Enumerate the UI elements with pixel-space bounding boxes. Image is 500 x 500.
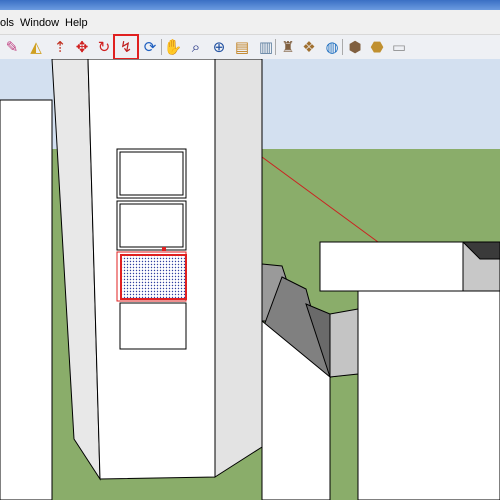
- rotate-icon[interactable]: ↻: [94, 37, 114, 57]
- menu-tools[interactable]: ols: [0, 17, 14, 29]
- left-wall: [0, 99, 53, 500]
- google-earth-icon[interactable]: ◍: [322, 37, 342, 57]
- menu-window[interactable]: Window: [20, 17, 59, 29]
- paint-bucket-icon[interactable]: ◭: [26, 37, 46, 57]
- selected-face[interactable]: [120, 254, 187, 300]
- get-models-icon[interactable]: ▤: [232, 37, 252, 57]
- zoom-icon[interactable]: ⌕: [186, 37, 206, 57]
- eraser-icon[interactable]: ✎: [2, 37, 22, 57]
- toolbar-separator: [161, 39, 162, 55]
- warehouse-icon[interactable]: ⬢: [345, 37, 365, 57]
- zoom-extents-icon[interactable]: ⊕: [209, 37, 229, 57]
- print-icon[interactable]: ▭: [389, 37, 409, 57]
- menu-bar: ols Window Help: [0, 10, 500, 34]
- frame-2[interactable]: [116, 200, 187, 251]
- push-pull-icon[interactable]: ⇡: [50, 37, 70, 57]
- share-model-icon[interactable]: ▥: [256, 37, 276, 57]
- viewport[interactable]: [0, 59, 500, 500]
- follow-me-icon[interactable]: ↯: [113, 34, 139, 60]
- pillar-right-face: [214, 59, 263, 478]
- extension-icon[interactable]: ⬣: [367, 37, 387, 57]
- toolbar-separator: [275, 39, 276, 55]
- components-icon[interactable]: ❖: [299, 37, 319, 57]
- window-title-bar: [0, 0, 500, 10]
- upper-wall: [319, 241, 464, 292]
- menu-help[interactable]: Help: [65, 17, 88, 29]
- selection-handle: [162, 247, 166, 251]
- lower-wall: [357, 290, 500, 500]
- pan-icon[interactable]: ✋: [163, 37, 183, 57]
- frame-1[interactable]: [116, 148, 187, 199]
- place-model-icon[interactable]: ♜: [278, 37, 298, 57]
- toolbar: ✎ ◭ ⇡ ✥ ↻ ↯ ⟳ ✋ ⌕ ⊕ ▤ ▥ ♜ ❖ ◍ ⬢ ⬣ ▭: [0, 34, 500, 60]
- move-icon[interactable]: ✥: [72, 37, 92, 57]
- toolbar-separator: [342, 39, 343, 55]
- frame-4[interactable]: [119, 302, 187, 350]
- orbit-icon[interactable]: ⟳: [140, 37, 160, 57]
- lower-wall-side: [329, 308, 359, 378]
